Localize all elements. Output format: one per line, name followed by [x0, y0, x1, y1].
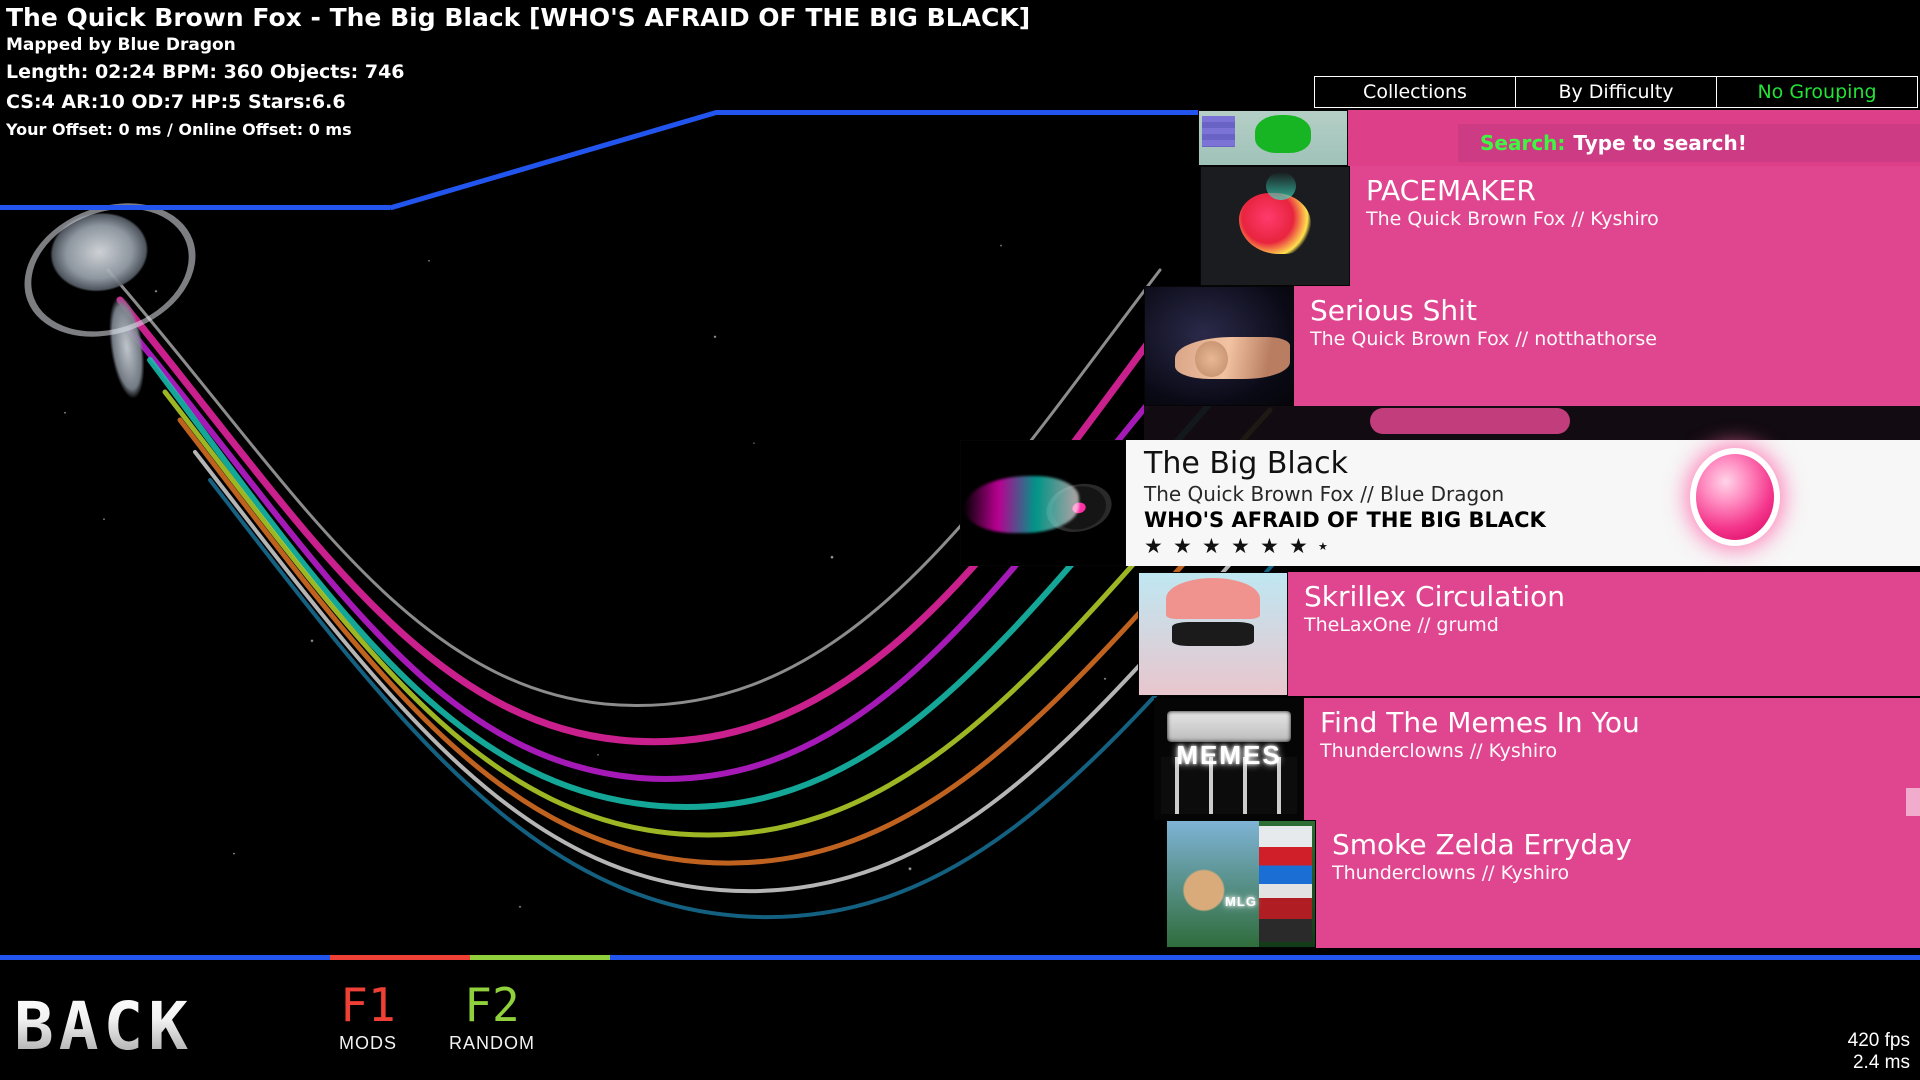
list-scrollbar[interactable] [1906, 788, 1920, 816]
back-button[interactable]: BACK [14, 988, 193, 1065]
star-icon: ★ [1202, 534, 1221, 558]
beatmap-artist-mapper: Thunderclowns // Kyshiro [1320, 740, 1558, 762]
osu-song-select-screen: The Quick Brown Fox - The Big Black [WHO… [0, 0, 1920, 1080]
beatmap-difficulty-stats: CS:4 AR:10 OD:7 HP:5 Stars:6.6 [6, 91, 346, 113]
star-icon-partial: ★ [1318, 540, 1328, 553]
thumbnail-text: MEMES [1176, 739, 1282, 770]
top-border-left [0, 205, 390, 210]
bottom-toolbar [0, 960, 1920, 1080]
grouping-tab-bar: Collections By Difficulty No Grouping [1314, 76, 1918, 108]
beatmap-thumbnail [1198, 110, 1348, 166]
beatmap-title: Serious Shit [1310, 294, 1477, 327]
star-icon: ★ [1144, 534, 1163, 558]
random-button[interactable]: F2 RANDOM [432, 980, 552, 1056]
beatmap-artist-mapper: The Quick Brown Fox // notthathorse [1310, 328, 1658, 350]
list-item[interactable]: Skrillex Circulation TheLaxOne // grumd [1138, 572, 1920, 696]
random-key-label: F2 [464, 978, 520, 1032]
offset-info: Your Offset: 0 ms / Online Offset: 0 ms [6, 120, 352, 139]
page-title: The Quick Brown Fox - The Big Black [WHO… [6, 3, 1031, 32]
beatmap-list[interactable]: PACEMAKER The Quick Brown Fox // Kyshiro… [960, 100, 1920, 960]
list-item[interactable]: PACEMAKER The Quick Brown Fox // Kyshiro [1200, 166, 1920, 286]
search-label: Search: [1480, 131, 1566, 155]
list-item[interactable]: MLG Smoke Zelda Erryday Thunderclowns //… [1166, 820, 1920, 948]
mods-key-label: F1 [340, 978, 396, 1032]
frametime-value: 2.4 ms [1852, 1052, 1910, 1073]
search-bar[interactable]: Search: Type to search! [1458, 124, 1920, 162]
beatmap-title: Skrillex Circulation [1304, 580, 1565, 613]
beatmap-thumbnail: MEMES [1154, 698, 1304, 820]
search-input[interactable]: Type to search! [1573, 131, 1746, 155]
beatmap-artist-mapper: The Quick Brown Fox // Blue Dragon [1144, 482, 1505, 506]
list-item[interactable]: Serious Shit The Quick Brown Fox // nott… [1144, 286, 1920, 406]
mods-button[interactable]: F1 MODS [308, 980, 428, 1056]
list-gap-accent [1370, 408, 1570, 434]
list-item[interactable]: MEMES Find The Memes In You Thunderclown… [1154, 698, 1920, 820]
beatmap-stats: Length: 02:24 BPM: 360 Objects: 746 [6, 61, 405, 83]
beatmap-artist-mapper: The Quick Brown Fox // Kyshiro [1366, 208, 1659, 230]
beatmap-difficulty-name: WHO'S AFRAID OF THE BIG BLACK [1144, 508, 1546, 532]
beatmap-thumbnail [960, 440, 1126, 566]
star-icon: ★ [1173, 534, 1192, 558]
star-icon: ★ [1231, 534, 1250, 558]
star-icon: ★ [1260, 534, 1279, 558]
fps-value: 420 fps [1847, 1030, 1910, 1051]
beatmap-title: Find The Memes In You [1320, 706, 1640, 739]
hit-circle-preview-icon [1696, 454, 1774, 540]
beatmap-title: The Big Black [1144, 446, 1348, 481]
beatmap-title: Smoke Zelda Erryday [1332, 828, 1632, 861]
beatmap-artist-mapper: Thunderclowns // Kyshiro [1332, 862, 1570, 884]
mods-label: MODS [339, 1033, 397, 1053]
mapper-label: Mapped by Blue Dragon [6, 35, 236, 55]
thumbnail-text: MLG [1225, 894, 1257, 910]
performance-counter: 420 fps 2.4 ms [1848, 1030, 1910, 1074]
random-label: RANDOM [449, 1033, 535, 1053]
beatmap-thumbnail [1144, 286, 1294, 406]
tab-by-difficulty[interactable]: By Difficulty [1515, 76, 1717, 108]
list-item-selected[interactable]: The Big Black The Quick Brown Fox // Blu… [960, 440, 1920, 566]
beatmap-title: PACEMAKER [1366, 174, 1536, 207]
beatmap-thumbnail [1138, 572, 1288, 696]
tab-no-grouping[interactable]: No Grouping [1716, 76, 1918, 108]
star-icon: ★ [1289, 534, 1308, 558]
beatmap-info-header: The Quick Brown Fox - The Big Black [WHO… [6, 2, 1030, 142]
star-rating: ★ ★ ★ ★ ★ ★ ★ [1144, 534, 1920, 558]
beatmap-thumbnail: MLG [1166, 820, 1316, 948]
beatmap-thumbnail [1200, 166, 1350, 286]
beatmap-artist-mapper: TheLaxOne // grumd [1304, 614, 1499, 636]
tab-collections[interactable]: Collections [1314, 76, 1516, 108]
